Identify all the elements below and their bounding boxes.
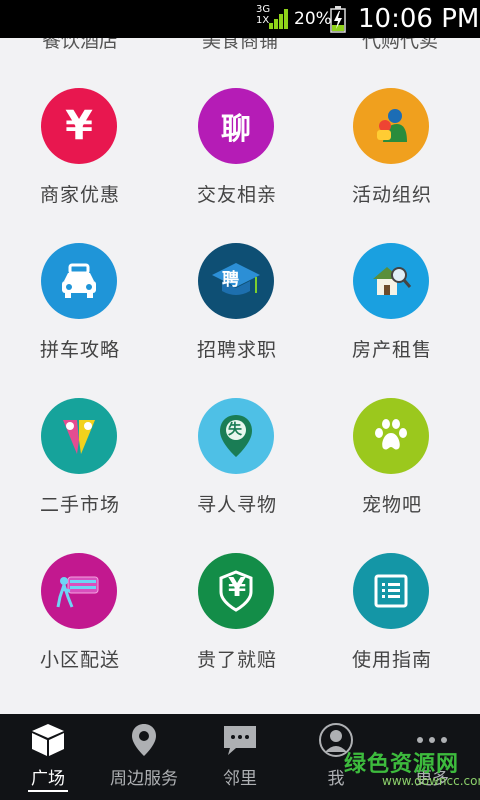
- category-label: 小区配送: [39, 649, 120, 671]
- car-icon: [41, 243, 117, 319]
- category-label: 寻人寻物: [196, 494, 277, 516]
- tab-label: 广场: [31, 769, 65, 789]
- category-label: 商家优惠: [39, 184, 120, 206]
- activity-icon: [353, 88, 429, 164]
- cube-icon: [32, 724, 64, 756]
- watermark: 绿色资源网 www.downcc.com: [344, 746, 480, 796]
- category-label: 交友相亲: [196, 184, 277, 206]
- recruit-glyph: 聘: [222, 270, 239, 290]
- category-label: 招聘求职: [196, 339, 277, 361]
- delivery-glyph: [56, 576, 99, 608]
- compensation-icon: ¥: [198, 553, 274, 629]
- chat-icon: 聊: [198, 88, 274, 164]
- tab-plaza[interactable]: 广场: [0, 714, 96, 800]
- people-icon: [377, 109, 407, 142]
- lost-glyph: 失: [228, 422, 242, 438]
- category-label: 房产租售: [351, 339, 432, 361]
- search-pin-icon: 失: [198, 398, 274, 474]
- tab-neighbors[interactable]: 邻里: [192, 714, 288, 800]
- battery-charging-icon: [330, 6, 346, 33]
- category-label: 使用指南: [351, 649, 432, 671]
- category-second-hand[interactable]: 二手市场: [0, 360, 160, 516]
- paw-glyph: [375, 419, 407, 450]
- guide-icon: [353, 553, 429, 629]
- category-label: 宠物吧: [361, 494, 422, 516]
- list-icon: [374, 574, 408, 608]
- message-icon: [224, 726, 256, 755]
- category-price-guarantee[interactable]: ¥ 贵了就赔: [157, 515, 317, 671]
- battery-percent: 20%: [294, 9, 332, 29]
- watermark-url: www.downcc.com: [382, 774, 480, 788]
- tab-label: 周边服务: [110, 769, 178, 789]
- category-dating[interactable]: 聊 交友相亲: [157, 50, 317, 206]
- category-lost-found[interactable]: 失 寻人寻物: [157, 360, 317, 516]
- clock: 10:06 PM: [358, 4, 480, 34]
- category-label: 二手市场: [39, 494, 120, 516]
- signal-icon: [269, 9, 288, 29]
- chat-glyph: 聊: [221, 112, 251, 147]
- car-glyph: [62, 263, 96, 298]
- tag-glyph: [63, 420, 95, 454]
- yen-glyph: ¥: [65, 103, 93, 149]
- category-real-estate[interactable]: 房产租售: [312, 205, 472, 361]
- market-icon: [41, 398, 117, 474]
- paw-icon: [353, 398, 429, 474]
- yen-icon: ¥: [41, 88, 117, 164]
- category-label: 拼车攻略: [39, 339, 120, 361]
- tab-nearby-services[interactable]: 周边服务: [96, 714, 192, 800]
- category-delivery[interactable]: 小区配送: [0, 515, 160, 671]
- category-label: 活动组织: [351, 184, 432, 206]
- tab-label: 邻里: [223, 769, 257, 789]
- active-tab-indicator: [28, 790, 68, 792]
- location-pin-icon: [132, 724, 156, 756]
- category-label: 贵了就赔: [196, 649, 277, 671]
- category-pets[interactable]: 宠物吧: [312, 360, 472, 516]
- category-recruit[interactable]: 聘 招聘求职: [157, 205, 317, 361]
- category-carpool[interactable]: 拼车攻略: [0, 205, 160, 361]
- category-user-guide[interactable]: 使用指南: [312, 515, 472, 671]
- status-bar: 3G 1X 20% 10:06 PM: [0, 0, 480, 38]
- category-activity[interactable]: 活动组织: [312, 50, 472, 206]
- house-search-glyph: [373, 267, 412, 295]
- yen-glyph: ¥: [228, 573, 247, 603]
- house-icon: [353, 243, 429, 319]
- delivery-icon: [41, 553, 117, 629]
- recruit-icon: 聘: [198, 243, 274, 319]
- category-merchant-discount[interactable]: ¥ 商家优惠: [0, 50, 160, 206]
